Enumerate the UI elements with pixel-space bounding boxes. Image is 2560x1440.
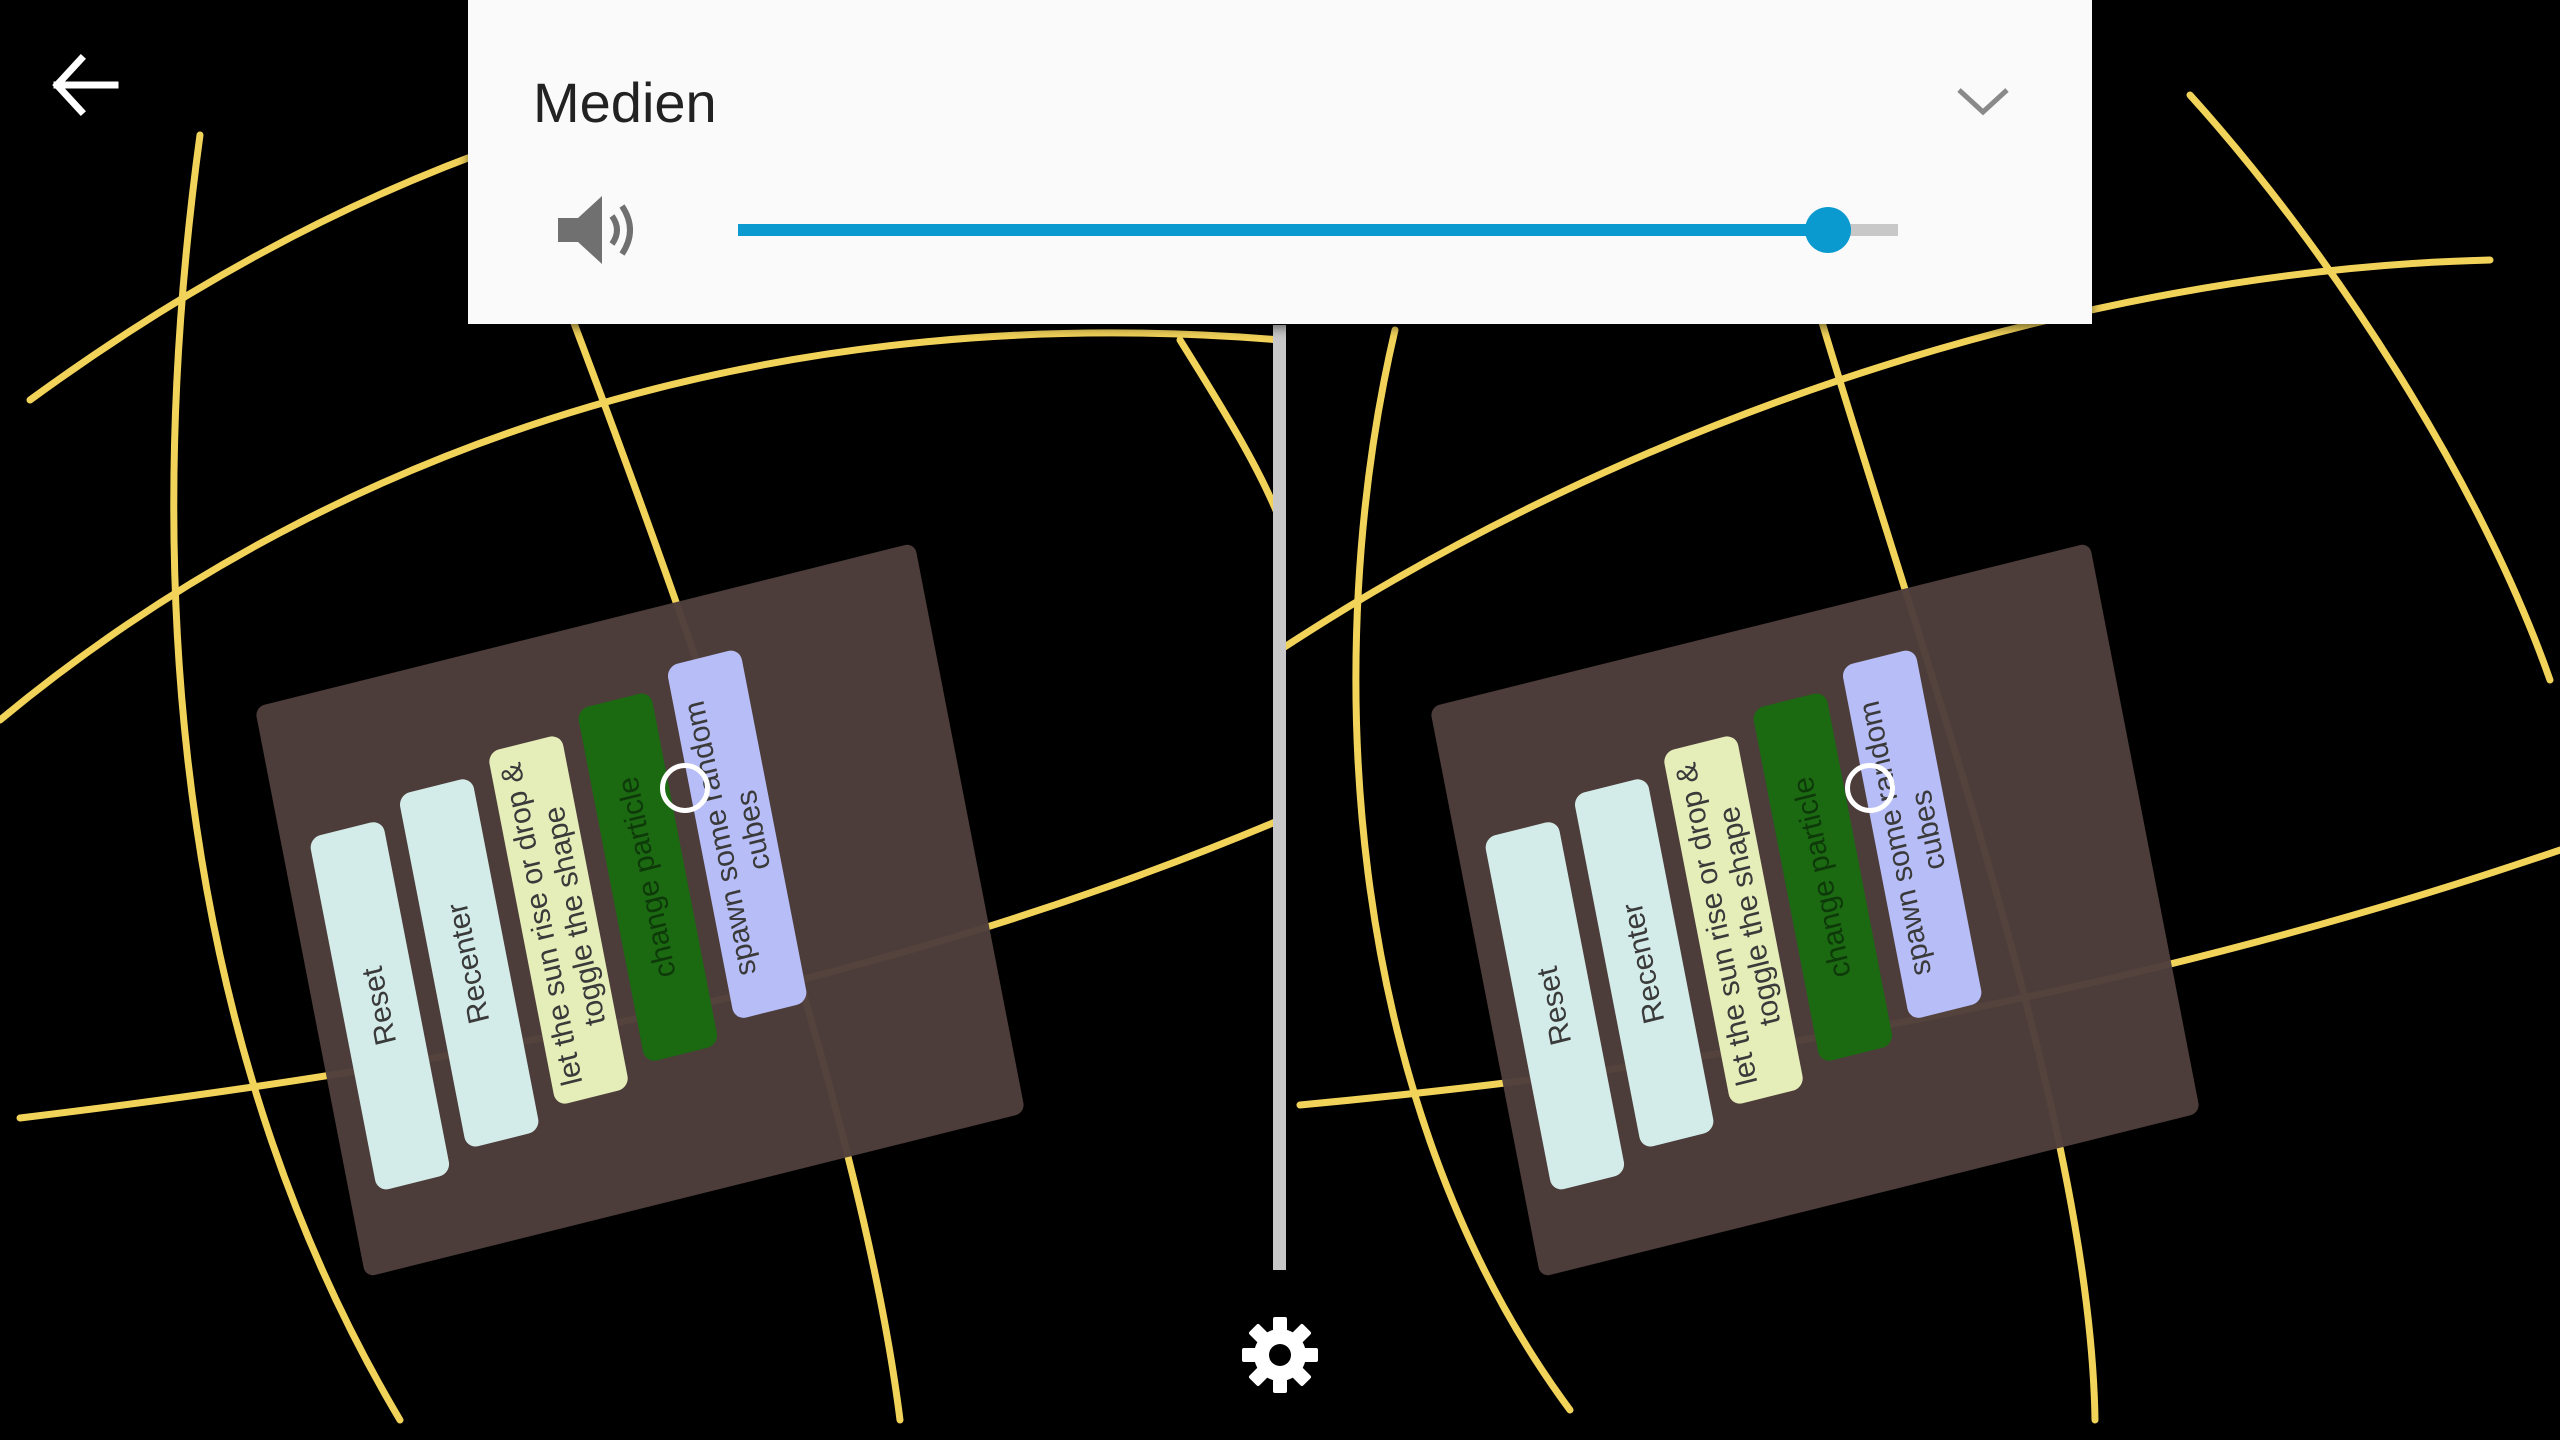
volume-panel: Medien	[468, 0, 2092, 324]
speaker-button[interactable]	[550, 180, 650, 280]
arrow-left-icon	[52, 54, 119, 116]
eye-divider	[1273, 325, 1286, 1270]
speaker-icon	[558, 196, 633, 264]
gaze-cursor	[660, 763, 710, 813]
slider-fill	[738, 224, 1829, 236]
settings-button[interactable]	[1235, 1310, 1325, 1400]
slider-thumb[interactable]	[1805, 207, 1852, 253]
volume-stream-title: Medien	[533, 71, 717, 134]
reset-label: Reset	[1530, 963, 1578, 1049]
gear-icon	[1242, 1317, 1318, 1393]
back-button[interactable]	[40, 40, 130, 130]
recenter-label: Recenter	[441, 899, 497, 1027]
reset-label: Reset	[355, 963, 403, 1049]
gaze-cursor	[1845, 763, 1895, 813]
chevron-down-icon	[1957, 88, 2009, 116]
expand-button[interactable]	[1948, 70, 2018, 130]
volume-slider[interactable]	[738, 190, 1898, 270]
recenter-label: Recenter	[1616, 899, 1672, 1027]
